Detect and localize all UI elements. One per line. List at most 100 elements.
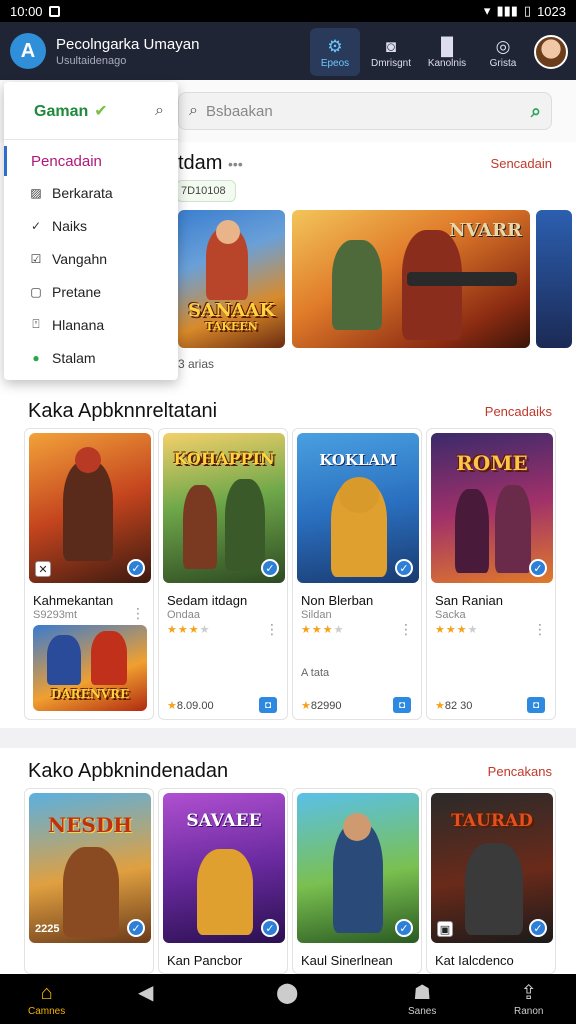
section-see-all[interactable]: Sencadain (491, 156, 552, 171)
home-icon: ⌂ (40, 982, 53, 1004)
camera-icon: ◙ (385, 36, 397, 56)
download-icon[interactable]: ◘ (259, 697, 277, 713)
back-icon: ◀ (138, 982, 154, 1004)
game-subtitle: Ondaa (167, 609, 201, 621)
game-thumbnail: TAURAD ▣ ✓ (431, 793, 553, 943)
verified-icon: ✓ (395, 919, 413, 937)
nav-label: Dmrisgnt (370, 57, 411, 69)
dropdown-item-berkarata[interactable]: ▨ Berkarata (4, 176, 178, 209)
bookmark-icon: ▐▌ (434, 36, 460, 56)
dropdown-item-hlanana[interactable]: ⍞ Hlanana (4, 308, 178, 341)
dropdown-item-stalam[interactable]: ● Stalam (4, 341, 178, 374)
verified-icon: ✓ (261, 919, 279, 937)
search-input[interactable]: Bsbaakan (206, 103, 531, 120)
verified-icon: ✓ (529, 559, 547, 577)
search-bar[interactable]: ⌕ Bsbaakan ⌕ (178, 92, 552, 130)
dropdown-item-vangahn[interactable]: ☑ Vangahn (4, 242, 178, 275)
category-dropdown: Gaman ✔ ⌕ Pencadain ▨ Berkarata ✓ Naiks ☑ Va… (4, 82, 178, 380)
dropdown-item-pretane[interactable]: ▢ Pretane (4, 275, 178, 308)
notification-icon (48, 5, 60, 17)
dropdown-heading[interactable]: Pencadain (4, 146, 178, 176)
section-see-all[interactable]: Pencakans (488, 764, 552, 779)
bottom-nav-home[interactable]: ⌂ Camnes (28, 980, 65, 1017)
game-thumbnail-secondary[interactable]: DARENVRE (33, 625, 147, 711)
more-options-icon[interactable]: ⋮ (533, 621, 547, 638)
search-submit-icon[interactable]: ⌕ (531, 101, 541, 122)
store-icon: ✕ (35, 561, 51, 577)
nav-grista[interactable]: ◎ Grista (478, 28, 528, 76)
game-price: ★8.09.00 (167, 700, 214, 712)
game-extra-text: A tata (301, 667, 330, 679)
more-dots-icon[interactable]: ••• (228, 156, 243, 172)
game-subtitle: S9293mt (33, 609, 78, 621)
thumbnail-art-title: KOKLAM (319, 451, 397, 469)
game-card[interactable]: SAVAEE ✓ Kan Pancbor (158, 788, 288, 974)
banner-art-subtitle: TAKEEN (205, 320, 258, 333)
download-icon[interactable]: ◘ (527, 697, 545, 713)
nav-label: Grista (489, 57, 517, 69)
thumbnail-art-caption: 2225 (35, 923, 60, 935)
game-card[interactable]: KOKLAM ✓ Non Blerban Sildan ★★★★ ⋮ A tat… (292, 428, 422, 720)
game-subtitle: Sacka (435, 609, 466, 621)
featured-banner[interactable]: SANAAK TAKEEN (178, 210, 285, 348)
store-icon: ▣ (437, 921, 453, 937)
game-name: Non Blerban (301, 593, 374, 608)
battery-icon: ▯ (523, 3, 532, 18)
bottom-nav-home-button[interactable]: ⬤ (276, 980, 298, 1006)
more-options-icon[interactable]: ⋮ (131, 605, 145, 622)
game-card[interactable]: ✓ Kaul Sinerlnean (292, 788, 422, 974)
app-subtitle: Usultaidenago (56, 54, 127, 67)
status-right-text: 1023 (537, 3, 566, 19)
nav-kanolnis[interactable]: ▐▌ Kanolnis (422, 28, 472, 76)
nav-epeos[interactable]: ⚙ Epeos (310, 28, 360, 76)
verified-icon: ✓ (127, 559, 145, 577)
signal-icon: ▮▮▮ (496, 3, 518, 18)
verified-icon: ✓ (529, 919, 547, 937)
app-title: Pecolngarka Umayan (56, 35, 200, 53)
dropdown-header[interactable]: Gaman ✔ ⌕ (4, 82, 178, 140)
more-options-icon[interactable]: ⋮ (265, 621, 279, 638)
bottom-nav-profile[interactable]: ☗ Sanes (408, 980, 436, 1017)
dropdown-item-naiks[interactable]: ✓ Naiks (4, 209, 178, 242)
verified-icon: ✓ (261, 559, 279, 577)
dropdown-item-label: Berkarata (52, 184, 113, 201)
featured-banner-partial[interactable] (536, 210, 572, 348)
game-card[interactable]: KOHAPPIN ✓ Sedam itdagn Ondaa ★★★★ ⋮ ★8.… (158, 428, 288, 720)
thumbnail-art-title: SAVAEE (186, 811, 262, 831)
rating-stars: ★★★★ (167, 624, 211, 636)
bottom-nav-label: Ranon (514, 1006, 544, 1017)
thumbnail-art-title: NESDH (47, 813, 133, 837)
header-nav: ⚙ Epeos ◙ Dmrisgnt ▐▌ Kanolnis ◎ Grista (310, 28, 568, 76)
wifi-icon: ▾ (483, 3, 491, 18)
section-see-all[interactable]: Pencadaiks (485, 404, 552, 419)
game-name: Kaul Sinerlnean (301, 953, 393, 968)
share-icon: ⇪ (520, 982, 538, 1004)
more-options-icon[interactable]: ⋮ (399, 621, 413, 638)
dropdown-item-label: Hlanana (52, 316, 105, 333)
verified-icon: ✓ (127, 919, 145, 937)
game-name: San Ranian (435, 593, 503, 608)
search-icon[interactable]: ⌕ (155, 102, 164, 120)
dropdown-item-label: Vangahn (52, 250, 108, 267)
bottom-nav-back[interactable]: ◀ (138, 980, 153, 1006)
game-card[interactable]: ✕ ✓ Kahmekantan S9293mt ⋮ DARENVRE (24, 428, 154, 720)
filter-chip[interactable]: 7D10108 (176, 180, 236, 202)
bottom-nav-label: Camnes (28, 1006, 66, 1017)
nav-dmrisgnt[interactable]: ◙ Dmrisgnt (366, 28, 416, 76)
game-name: Kan Pancbor (167, 953, 243, 968)
bottom-nav-share[interactable]: ⇪ Ranon (514, 980, 543, 1017)
download-icon[interactable]: ◘ (393, 697, 411, 713)
game-card[interactable]: NESDH 2225 ✓ (24, 788, 154, 974)
game-card[interactable]: ROME ✓ San Ranian Sacka ★★★★ ⋮ ★82 30 ◘ (426, 428, 556, 720)
app-logo[interactable]: A (10, 33, 46, 69)
section-title: Kaka Apbknnreltatani (28, 400, 218, 422)
apps-section: Kaka Apbknnreltatani Pencadaiks ✕ ✓ Kahm… (0, 388, 576, 728)
green-check-icon: ● (32, 350, 40, 365)
game-thumbnail: NESDH 2225 ✓ (29, 793, 151, 943)
dropdown-item-label: Stalam (52, 349, 96, 366)
verified-icon: ✓ (395, 559, 413, 577)
game-card[interactable]: TAURAD ▣ ✓ Kat Ialcdenco (426, 788, 556, 974)
featured-banner[interactable]: NVARR (292, 210, 530, 348)
avatar[interactable] (534, 35, 568, 69)
section-title: Kako Apbknindenadan (28, 760, 229, 782)
